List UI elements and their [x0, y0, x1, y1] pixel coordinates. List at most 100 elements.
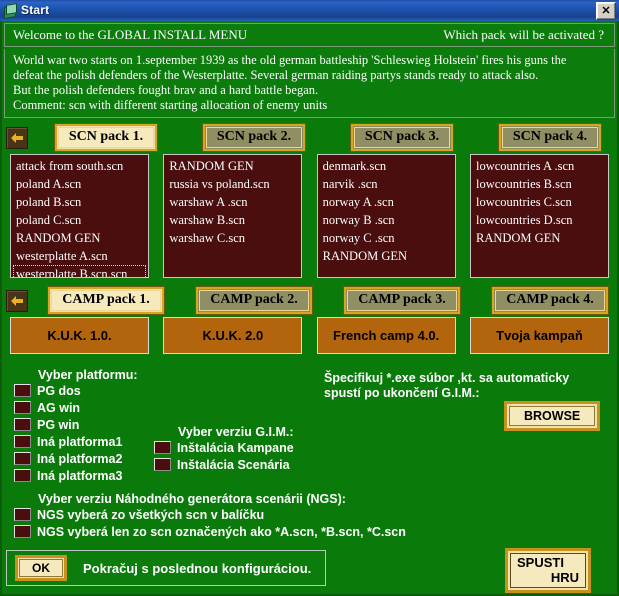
platform-option-label-2: AG win: [37, 400, 81, 415]
camp-prev-arrow-icon[interactable]: [6, 289, 28, 312]
scenario-item[interactable]: poland B.scn: [13, 193, 146, 211]
scenario-list-3[interactable]: denmark.scn narvik .scn norway A .scn norwa…: [316, 154, 456, 278]
scenario-item[interactable]: RANDOM GEN: [473, 229, 606, 247]
start-game-button[interactable]: SPUSTI HRU: [505, 548, 591, 593]
platform-option-row-5[interactable]: Iná platforma2: [14, 450, 138, 467]
ngs-option-checkbox-1[interactable]: [14, 508, 31, 521]
platform-option-checkbox-2[interactable]: [14, 401, 31, 414]
scenario-list-2[interactable]: RANDOM GEN russia vs poland.scn warshaw A …: [163, 154, 303, 278]
platform-option-checkbox-3[interactable]: [14, 418, 31, 431]
scn-prev-arrow-icon[interactable]: [6, 126, 28, 149]
platform-option-row-2[interactable]: AG win: [14, 399, 138, 416]
campaign-button-3[interactable]: French camp 4.0.: [316, 317, 456, 354]
description-line-1: World war two starts on 1.september 1939…: [13, 53, 567, 67]
camp-pack-cell-2: CAMP pack 2.: [180, 287, 328, 314]
exe-text-line-1: Špecifikuj *.exe súbor ,kt. sa automatic…: [324, 371, 570, 385]
gim-option-row-1[interactable]: Inštalácia Kampane: [154, 439, 294, 456]
app-window: Start ✕ Welcome to the GLOBAL INSTALL ME…: [0, 0, 619, 596]
scn-pack-label-2: SCN pack 2.: [205, 127, 303, 148]
gim-option-label-2: Inštalácia Scenária: [177, 457, 290, 472]
ngs-option-checkbox-2[interactable]: [14, 525, 31, 538]
gim-group-title: Vyber verziu G.I.M.:: [178, 425, 294, 439]
scenario-list-1[interactable]: attack from south.scn poland A.scn poland …: [10, 154, 149, 278]
bottom-bar: OK Pokračuj s poslednou konfiguráciou. S…: [4, 546, 615, 593]
campaign-button-4[interactable]: Tvoja kampaň: [469, 317, 609, 354]
ngs-option-label-1: NGS vyberá zo všetkých scn v balíčku: [37, 507, 265, 522]
scenario-item[interactable]: narvik .scn: [320, 175, 453, 193]
scenario-list-4[interactable]: lowcountries A .scn lowcountries B.scn low…: [469, 154, 609, 278]
description-line-2: defeat the polish defenders of the Weste…: [13, 68, 539, 82]
camp-pack-button-3[interactable]: CAMP pack 3.: [344, 287, 460, 314]
browse-button[interactable]: BROWSE: [504, 401, 601, 431]
start-game-label-line-1: SPUSTI: [517, 555, 564, 570]
scn-pack-button-4[interactable]: SCN pack 4.: [498, 124, 602, 151]
scenario-item[interactable]: lowcountries D.scn: [473, 211, 606, 229]
scn-pack-cell-3: SCN pack 3.: [328, 124, 476, 151]
platform-option-checkbox-6[interactable]: [14, 469, 31, 482]
scn-pack-cell-1: SCN pack 1.: [32, 124, 180, 151]
platform-group-title: Vyber platformu:: [38, 368, 138, 382]
ngs-option-row-1[interactable]: NGS vyberá zo všetkých scn v balíčku: [14, 506, 406, 523]
camp-pack-label-2: CAMP pack 2.: [199, 290, 309, 311]
scenario-item[interactable]: RANDOM GEN: [320, 247, 453, 265]
scenario-item[interactable]: RANDOM GEN: [13, 229, 146, 247]
scenario-item[interactable]: attack from south.scn: [13, 157, 146, 175]
ngs-option-row-2[interactable]: NGS vyberá len zo scn označených ako *A.…: [14, 523, 406, 540]
scenario-item[interactable]: poland C.scn: [13, 211, 146, 229]
scn-pack-cell-2: SCN pack 2.: [180, 124, 328, 151]
platform-option-checkbox-4[interactable]: [14, 435, 31, 448]
gim-option-row-2[interactable]: Inštalácia Scenária: [154, 456, 294, 473]
scenario-item[interactable]: warshaw B.scn: [166, 211, 299, 229]
exe-text-line-2: spustí po ukončení G.I.M.:: [324, 386, 480, 400]
scenario-item[interactable]: warshaw C.scn: [166, 229, 299, 247]
close-icon[interactable]: ✕: [596, 2, 616, 20]
question-text: Which pack will be activated ?: [443, 27, 604, 42]
platform-option-row-4[interactable]: Iná platforma1: [14, 433, 138, 450]
ok-description: Pokračuj s poslednou konfiguráciou.: [83, 560, 312, 576]
scenario-item[interactable]: westerplatte B.scn.scn: [13, 265, 146, 277]
platform-option-label-5: Iná platforma2: [37, 451, 123, 466]
camp-pack-button-2[interactable]: CAMP pack 2.: [196, 287, 312, 314]
gim-group: Vyber verziu G.I.M.: Inštalácia Kampane I…: [154, 425, 294, 473]
platform-option-row-6[interactable]: Iná platforma3: [14, 467, 138, 484]
scenario-item[interactable]: denmark.scn: [320, 157, 453, 175]
gim-option-label-1: Inštalácia Kampane: [177, 440, 294, 455]
camp-pack-label-1: CAMP pack 1.: [51, 290, 161, 311]
camp-pack-button-1[interactable]: CAMP pack 1.: [48, 287, 164, 314]
platform-option-label-1: PG dos: [37, 383, 81, 398]
platform-option-checkbox-5[interactable]: [14, 452, 31, 465]
camp-pack-label-3: CAMP pack 3.: [347, 290, 457, 311]
camp-pack-button-4[interactable]: CAMP pack 4.: [492, 287, 608, 314]
scn-pack-button-3[interactable]: SCN pack 3.: [350, 124, 454, 151]
platform-option-row-1[interactable]: PG dos: [14, 382, 138, 399]
welcome-text: Welcome to the GLOBAL INSTALL MENU: [13, 27, 248, 42]
welcome-banner: Welcome to the GLOBAL INSTALL MENU Which…: [4, 23, 615, 47]
scenario-item[interactable]: warshaw A .scn: [166, 193, 299, 211]
scenario-item[interactable]: lowcountries C.scn: [473, 193, 606, 211]
gim-option-checkbox-2[interactable]: [154, 458, 171, 471]
ok-button[interactable]: OK: [15, 555, 67, 581]
scenario-item[interactable]: norway C .scn: [320, 229, 453, 247]
platform-option-checkbox-1[interactable]: [14, 384, 31, 397]
scenario-item[interactable]: norway A .scn: [320, 193, 453, 211]
scenario-item[interactable]: lowcountries B.scn: [473, 175, 606, 193]
scenario-item[interactable]: russia vs poland.scn: [166, 175, 299, 193]
scn-pack-row: SCN pack 1. SCN pack 2. SCN pack 3. SCN …: [2, 124, 617, 151]
scenario-item[interactable]: westerplatte A.scn: [13, 247, 146, 265]
scenario-item[interactable]: lowcountries A .scn: [473, 157, 606, 175]
camp-pack-row: CAMP pack 1. CAMP pack 2. CAMP pack 3. C…: [2, 287, 617, 314]
scn-pack-button-2[interactable]: SCN pack 2.: [202, 124, 306, 151]
gim-option-checkbox-1[interactable]: [154, 441, 171, 454]
campaign-button-1[interactable]: K.U.K. 1.0.: [10, 317, 149, 354]
scenario-item[interactable]: poland A.scn: [13, 175, 146, 193]
exe-group: Špecifikuj *.exe súbor ,kt. sa automatic…: [324, 371, 614, 431]
scenario-lists: attack from south.scn poland A.scn poland …: [2, 154, 617, 278]
scenario-item[interactable]: RANDOM GEN: [166, 157, 299, 175]
scenario-item[interactable]: norway B .scn: [320, 211, 453, 229]
platform-option-row-3[interactable]: PG win: [14, 416, 138, 433]
options-area: Vyber platformu: PG dos AG win PG win Iná p…: [2, 362, 617, 546]
app-icon: [3, 2, 17, 19]
platform-options: PG dos AG win PG win Iná platforma1 Iná plat…: [14, 382, 138, 484]
campaign-button-2[interactable]: K.U.K. 2.0: [163, 317, 303, 354]
scn-pack-button-1[interactable]: SCN pack 1.: [54, 124, 158, 151]
